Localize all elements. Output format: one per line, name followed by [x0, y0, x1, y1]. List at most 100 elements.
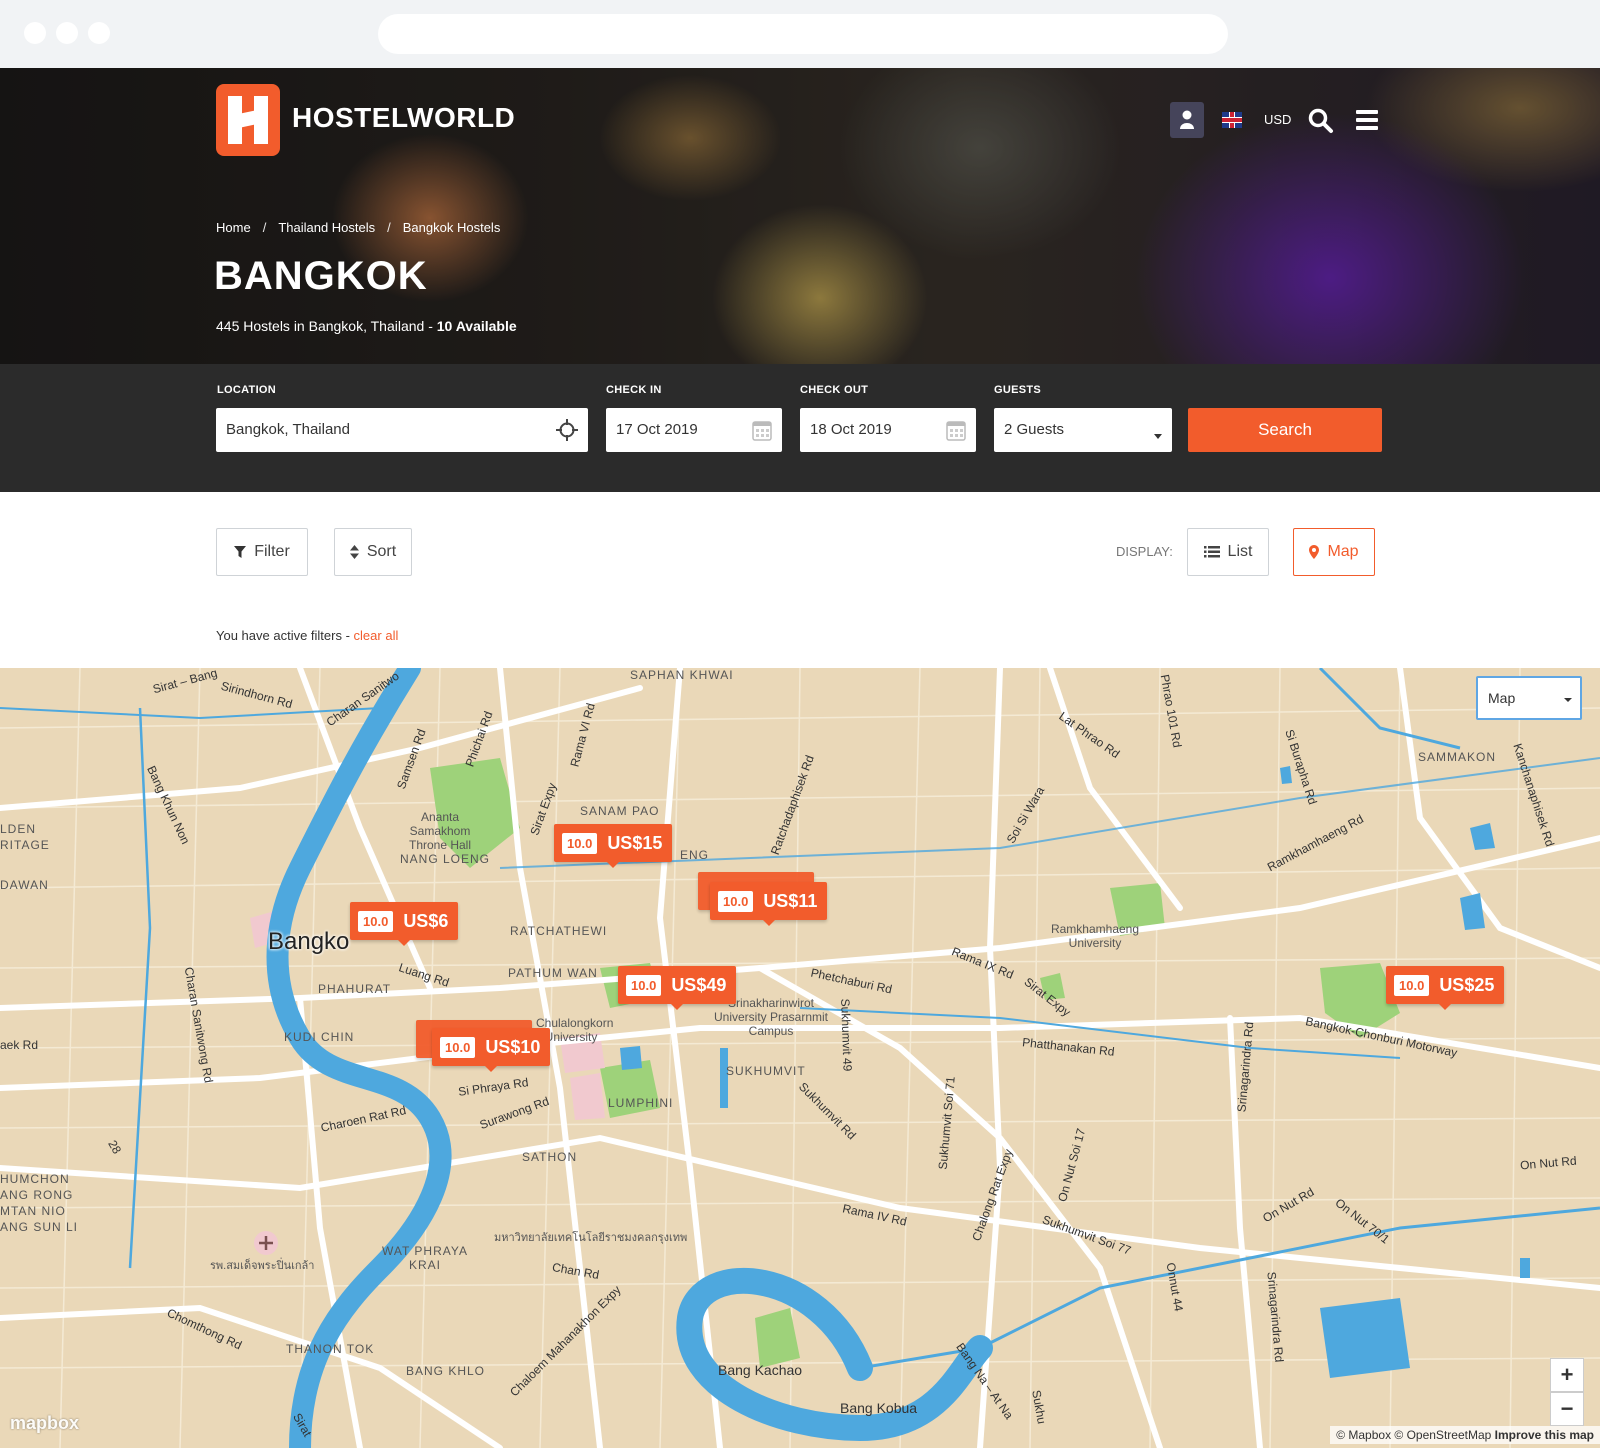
active-filters-note: You have active filters - clear all [216, 628, 398, 643]
district-label: SANAM PAO [580, 804, 660, 818]
district-label: THANON TOK [286, 1342, 375, 1356]
map-attribution: © Mapbox © OpenStreetMap Improve this ma… [1330, 1426, 1600, 1444]
pin-rating: 10.0 [1394, 974, 1430, 996]
breadcrumb: Home / Thailand Hostels / Bangkok Hostel… [216, 220, 500, 235]
district-label: PATHUM WAN [508, 966, 598, 980]
active-filters-text: You have active filters - [216, 628, 354, 643]
breadcrumb-home[interactable]: Home [216, 220, 251, 235]
hostel-price-pin[interactable]: 10.0 US$6 [350, 902, 459, 946]
edge-label: ANG RONG [0, 1188, 74, 1202]
search-button[interactable]: Search [1188, 408, 1382, 452]
district-label: ENG [680, 848, 710, 862]
user-icon[interactable] [1170, 102, 1204, 138]
map-type-value: Map [1488, 690, 1516, 706]
checkout-label: CHECK OUT [800, 384, 869, 396]
place-label: Ananta Samakhom Throne Hall [408, 810, 472, 852]
chevron-down-icon [1564, 698, 1572, 702]
sort-label: Sort [366, 543, 397, 560]
page-title: BANGKOK [214, 254, 428, 298]
road-label: Sukhumvit 49 [838, 998, 855, 1072]
district-label: PHAHURAT [318, 982, 392, 996]
search-icon[interactable] [1308, 108, 1334, 134]
road-label: aek Rd [0, 1038, 39, 1052]
zoom-out-button[interactable]: − [1550, 1392, 1584, 1426]
hostel-price-pin[interactable]: 10.0 US$11 [710, 882, 828, 926]
clear-all-filters-link[interactable]: clear all [354, 628, 399, 643]
window-maximize-dot[interactable] [88, 22, 110, 44]
hostel-count: 445 Hostels in Bangkok, Thailand - 10 Av… [216, 318, 517, 334]
edge-label: RITAGE [0, 838, 50, 852]
sort-icon [349, 545, 359, 559]
search-bar: LOCATION Bangkok, Thailand CHECK IN 17 O… [0, 364, 1600, 492]
currency-selector[interactable]: USD [1264, 112, 1291, 127]
pin-price: US$15 [607, 832, 663, 853]
location-input[interactable]: Bangkok, Thailand [216, 408, 588, 452]
edge-label: HUMCHON [0, 1172, 70, 1186]
district-label: SAPHAN KHWAI [630, 668, 734, 682]
place-label: Ramkhamhaeng University [1050, 922, 1140, 950]
pin-price: US$6 [403, 910, 449, 931]
district-label: SAMMAKON [1418, 750, 1497, 764]
hostel-price-pin[interactable]: 10.0 US$49 [618, 966, 737, 1010]
calendar-icon [752, 419, 772, 445]
checkout-date-input[interactable]: 18 Oct 2019 [800, 408, 976, 452]
list-icon [1203, 546, 1220, 558]
map-label: Map [1327, 543, 1359, 560]
hostel-price-pin[interactable]: 10.0 US$10 [432, 1028, 551, 1072]
sort-button[interactable]: Sort [334, 528, 412, 576]
window-minimize-dot[interactable] [56, 22, 78, 44]
browser-chrome [0, 0, 1600, 68]
district-label: KUDI CHIN [284, 1030, 355, 1044]
attribution-text[interactable]: © Mapbox © OpenStreetMap [1336, 1428, 1491, 1442]
window-close-dot[interactable] [24, 22, 46, 44]
place-label: Bang Kachao [718, 1362, 803, 1378]
pin-price: US$25 [1439, 974, 1495, 995]
brand-name[interactable]: HOSTELWORLD [292, 102, 515, 134]
map-type-select[interactable]: Map [1476, 676, 1582, 720]
improve-map-link[interactable]: Improve this map [1495, 1428, 1594, 1442]
guests-select[interactable]: 2 Guests [994, 408, 1172, 452]
location-value: Bangkok, Thailand [226, 421, 350, 438]
breadcrumb-separator: / [387, 220, 391, 235]
pin-rating: 10.0 [440, 1036, 476, 1058]
hamburger-menu-icon[interactable] [1356, 110, 1378, 130]
pin-rating: 10.0 [626, 974, 662, 996]
locate-crosshair-icon[interactable] [556, 419, 578, 445]
hostelworld-logo[interactable] [216, 84, 280, 156]
zoom-in-button[interactable]: + [1550, 1358, 1584, 1392]
mapbox-logo[interactable]: mapbox [10, 1413, 79, 1434]
filter-label: Filter [254, 543, 290, 560]
breadcrumb-bangkok[interactable]: Bangkok Hostels [403, 220, 501, 235]
map-pin-icon [1309, 545, 1320, 559]
map-view[interactable]: SAPHAN KHWAI SANAM PAO NANG LOENG RATCHA… [0, 668, 1600, 1448]
hostel-price-pin[interactable]: 10.0 US$25 [1386, 966, 1505, 1010]
location-label: LOCATION [217, 384, 277, 396]
edge-label: DAWAN [0, 878, 49, 892]
guests-label: GUESTS [994, 384, 1042, 396]
edge-label: ANG SUN LI [0, 1220, 79, 1234]
pin-price: US$11 [763, 890, 818, 911]
hostel-count-text: 445 Hostels in Bangkok, Thailand - [216, 318, 437, 334]
filter-icon [234, 546, 247, 558]
filter-button[interactable]: Filter [216, 528, 308, 576]
pin-rating: 10.0 [358, 910, 394, 932]
breadcrumb-separator: / [262, 220, 267, 235]
district-label: LUMPHINI [608, 1096, 674, 1110]
list-view-button[interactable]: List [1187, 528, 1269, 576]
uk-flag-icon[interactable] [1222, 112, 1242, 128]
hero-banner: HOSTELWORLD USD Home / Thailand Hostels … [0, 68, 1600, 364]
edge-label: MTAN NIO [0, 1204, 66, 1218]
district-label: RATCHATHEWI [510, 924, 608, 938]
district-label: WAT PHRAYA KRAI [381, 1244, 468, 1272]
address-bar[interactable] [378, 14, 1228, 54]
pin-price: US$49 [671, 974, 727, 995]
chevron-down-icon [1154, 427, 1162, 444]
hostel-price-pin[interactable]: 10.0 US$15 [554, 824, 673, 868]
checkin-label: CHECK IN [606, 384, 662, 396]
map-view-button[interactable]: Map [1293, 528, 1375, 576]
display-label: DISPLAY: [1116, 544, 1173, 559]
breadcrumb-thailand[interactable]: Thailand Hostels [278, 220, 375, 235]
checkin-date-input[interactable]: 17 Oct 2019 [606, 408, 782, 452]
district-label: SATHON [522, 1150, 578, 1164]
checkout-value: 18 Oct 2019 [810, 421, 892, 438]
